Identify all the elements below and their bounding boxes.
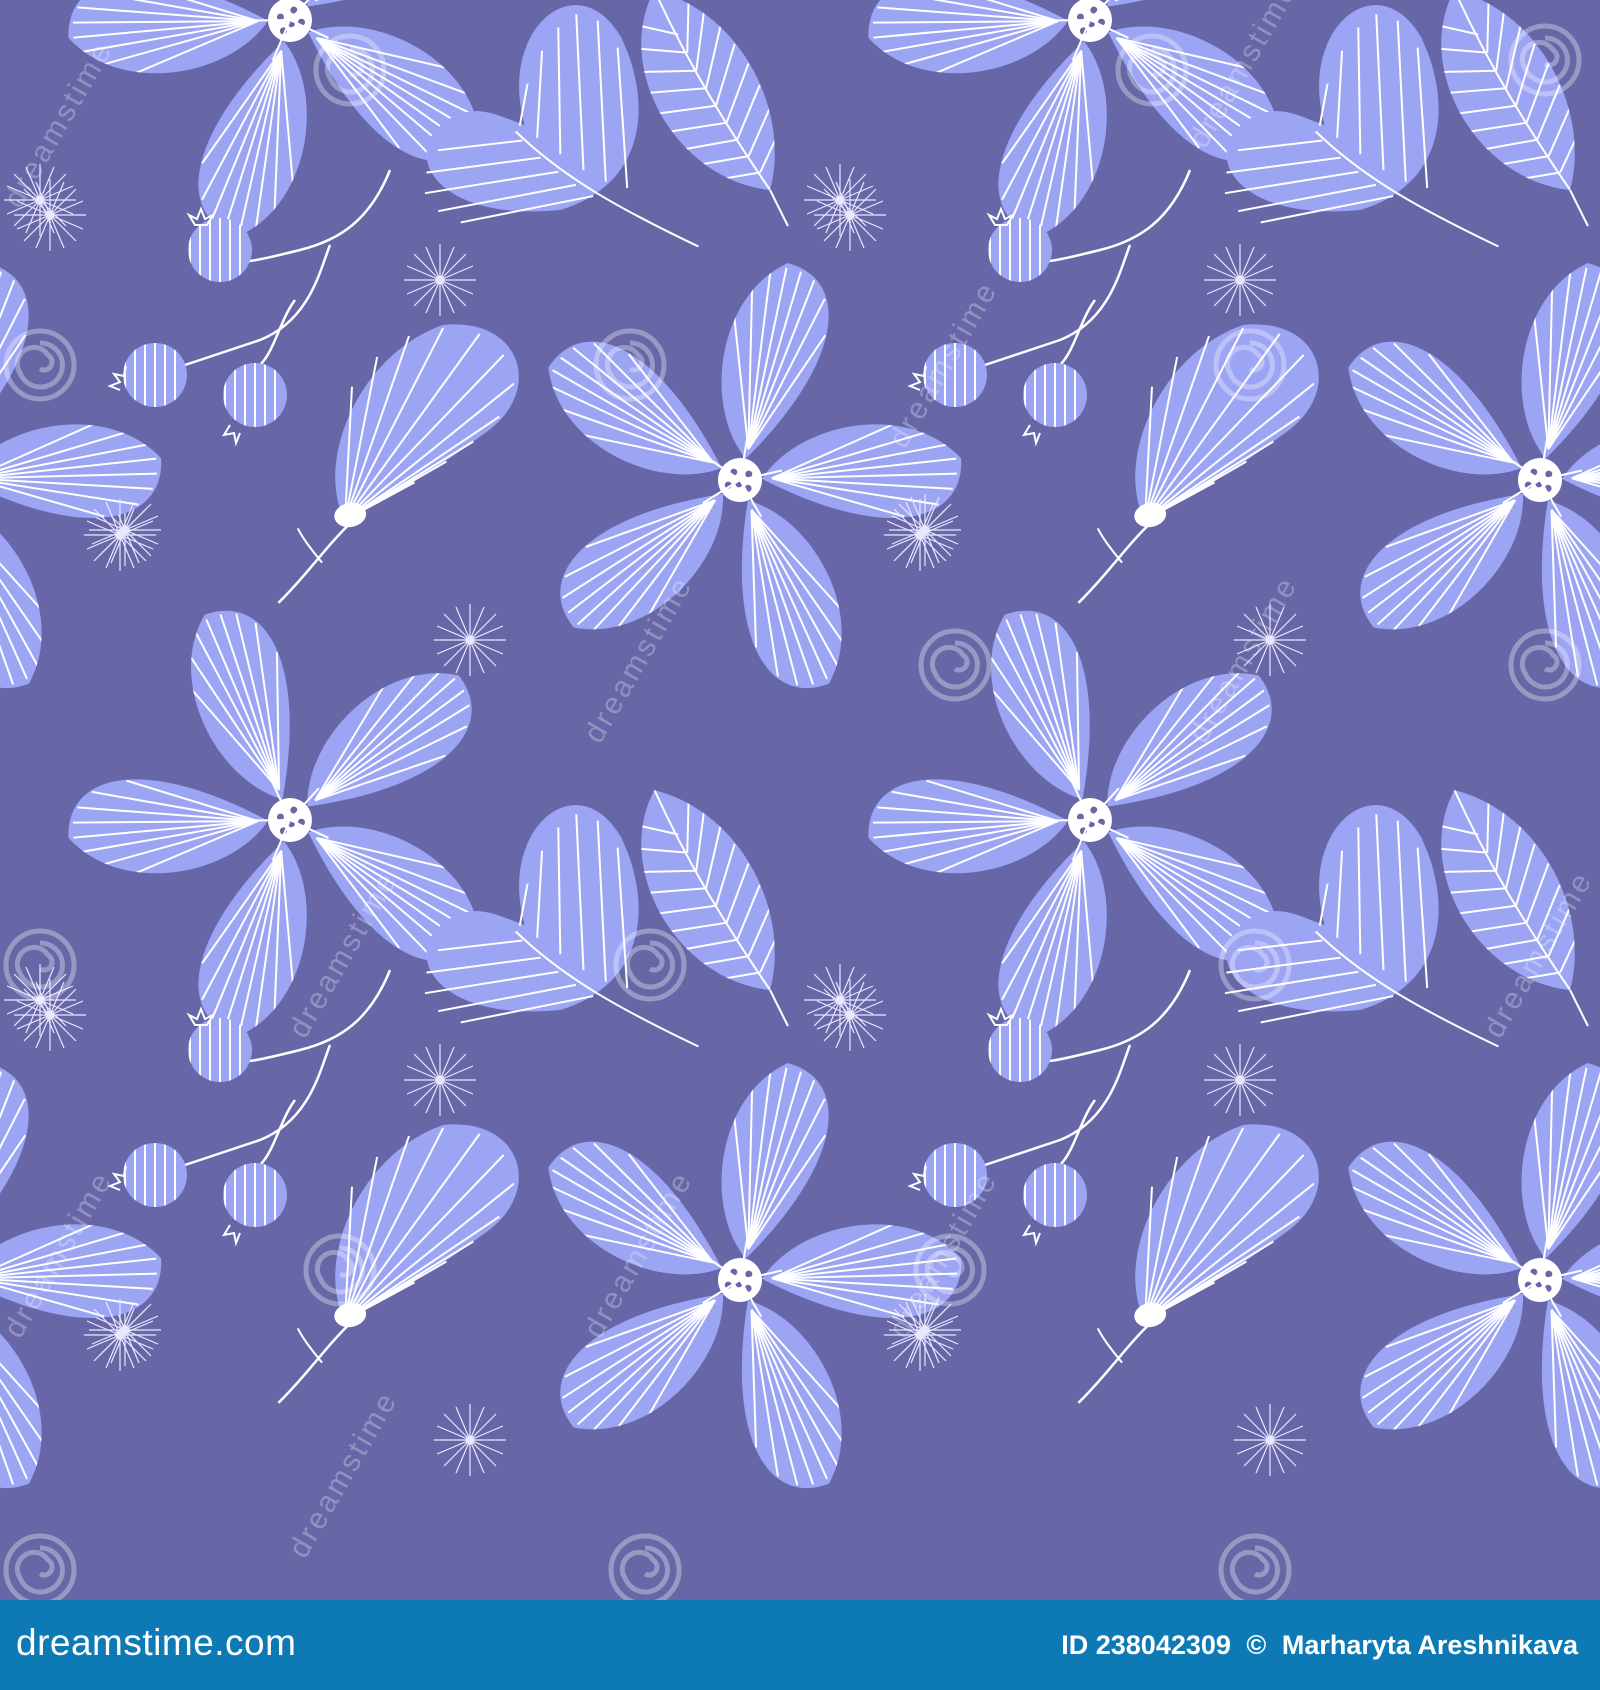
- author-name: Marharyta Areshnikava: [1281, 1630, 1578, 1660]
- image-id-label: ID 238042309: [1061, 1630, 1231, 1660]
- copyright-symbol: ©: [1246, 1630, 1267, 1660]
- stock-footer-bar: dreamstime.com ID 238042309 © Marharyta …: [0, 1600, 1600, 1690]
- floral-pattern: dreamstime dreamstime dreamstime dreamst…: [0, 0, 1600, 1600]
- image-credit: ID 238042309 © Marharyta Areshnikava: [1053, 1630, 1578, 1661]
- dreamstime-brand-label[interactable]: dreamstime.com: [16, 1622, 296, 1664]
